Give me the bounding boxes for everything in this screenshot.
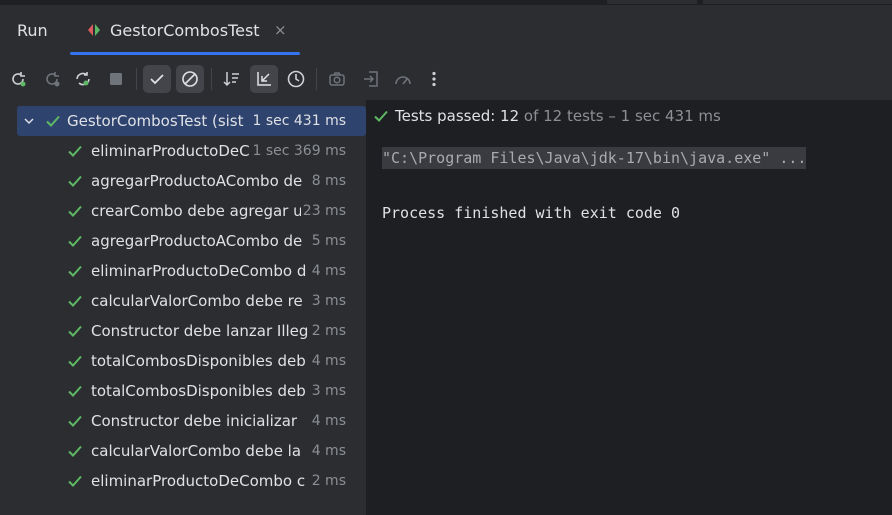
tests-passed-label: Tests passed: 12 bbox=[395, 107, 520, 125]
check-icon bbox=[68, 205, 82, 217]
test-duration: 4 ms bbox=[309, 443, 346, 459]
test-name: agregarProductoACombo de bbox=[91, 232, 303, 250]
test-duration: 3 ms bbox=[309, 293, 346, 309]
show-passed-button[interactable] bbox=[143, 65, 171, 93]
tree-root-label: GestorCombosTest (sist bbox=[67, 112, 244, 130]
test-name: calcularValorCombo debe re bbox=[91, 292, 303, 310]
test-duration: 8 ms bbox=[309, 173, 346, 189]
rerun-failed-button[interactable] bbox=[38, 65, 66, 93]
check-icon bbox=[68, 325, 82, 337]
check-icon bbox=[68, 145, 82, 157]
check-icon bbox=[68, 385, 82, 397]
test-name: Constructor debe lanzar Illeg bbox=[91, 322, 309, 340]
run-toolbar bbox=[0, 60, 892, 98]
test-duration: 4 ms bbox=[309, 263, 346, 279]
collapse-button[interactable] bbox=[250, 65, 278, 93]
test-duration: 1 sec 369 ms bbox=[250, 143, 346, 159]
test-row[interactable]: eliminarProductoDeCombo d 4 ms bbox=[0, 256, 366, 286]
chevron-down-icon[interactable] bbox=[23, 115, 35, 127]
console-command-line[interactable]: "C:\Program Files\Java\jdk-17\bin\java.e… bbox=[382, 147, 807, 169]
collapse-icon bbox=[257, 72, 271, 86]
run-tool-window-title: Run bbox=[17, 21, 48, 40]
test-name: totalCombosDisponibles deb bbox=[91, 382, 306, 400]
import-tests-icon bbox=[364, 71, 378, 87]
tab-title: GestorCombosTest bbox=[110, 21, 260, 40]
test-row[interactable]: agregarProductoACombo de 5 ms bbox=[0, 226, 366, 256]
test-duration: 5 ms bbox=[309, 233, 346, 249]
stop-button[interactable] bbox=[102, 65, 130, 93]
import-tests-button[interactable] bbox=[357, 65, 385, 93]
test-duration: 3 ms bbox=[309, 383, 346, 399]
coverage-icon bbox=[395, 76, 411, 85]
test-row[interactable]: totalCombosDisponibles deb 3 ms bbox=[0, 376, 366, 406]
test-row[interactable]: Constructor debe lanzar Illeg 2 ms bbox=[0, 316, 366, 346]
history-button[interactable] bbox=[282, 65, 310, 93]
test-name: calcularValorCombo debe la bbox=[91, 442, 302, 460]
check-icon bbox=[68, 475, 82, 487]
test-name: eliminarProductoDeCombo c bbox=[91, 472, 306, 490]
test-name: Constructor debe inicializar bbox=[91, 412, 298, 430]
check-icon bbox=[68, 175, 82, 187]
test-row[interactable]: crearCombo debe agregar u 23 ms bbox=[0, 196, 366, 226]
console-exit-message: Process finished with exit code 0 bbox=[382, 204, 681, 222]
toolbar-separator bbox=[211, 68, 212, 90]
test-row[interactable]: calcularValorCombo debe la 4 ms bbox=[0, 436, 366, 466]
check-icon bbox=[374, 110, 388, 122]
check-icon bbox=[68, 265, 82, 277]
test-row[interactable]: totalCombosDisponibles deb 4 ms bbox=[0, 346, 366, 376]
test-tree-panel: GestorCombosTest (sist 1 sec 431 ms elim… bbox=[0, 100, 366, 515]
tab-gestor-combos-test[interactable]: GestorCombosTest × bbox=[70, 5, 300, 55]
sort-button[interactable] bbox=[218, 65, 246, 93]
run-tool-window-header: Run GestorCombosTest × bbox=[0, 5, 892, 55]
toolbar-separator bbox=[136, 68, 137, 90]
toggle-auto-test-icon bbox=[76, 72, 90, 86]
test-duration: 4 ms bbox=[309, 413, 346, 429]
tree-root-row[interactable]: GestorCombosTest (sist 1 sec 431 ms bbox=[17, 106, 366, 136]
test-duration: 23 ms bbox=[300, 203, 346, 219]
check-icon bbox=[46, 115, 60, 127]
test-duration: 2 ms bbox=[309, 323, 346, 339]
test-name: crearCombo debe agregar u bbox=[91, 202, 303, 220]
toolbar-separator bbox=[316, 68, 317, 90]
screenshot-icon bbox=[329, 72, 345, 86]
close-icon[interactable]: × bbox=[274, 22, 287, 38]
test-duration: 4 ms bbox=[309, 353, 346, 369]
test-row[interactable]: Constructor debe inicializar 4 ms bbox=[0, 406, 366, 436]
toggle-auto-test-button[interactable] bbox=[69, 65, 97, 93]
coverage-button[interactable] bbox=[389, 65, 417, 93]
test-row[interactable]: agregarProductoACombo de 8 ms bbox=[0, 166, 366, 196]
show-ignored-button[interactable] bbox=[176, 65, 204, 93]
show-ignored-icon bbox=[182, 71, 198, 87]
test-name: eliminarProductoDeCombo d bbox=[91, 262, 307, 280]
rerun-button[interactable] bbox=[4, 65, 32, 93]
tree-root-duration: 1 sec 431 ms bbox=[250, 113, 346, 129]
tests-summary: of 12 tests – 1 sec 431 ms bbox=[519, 107, 721, 125]
sort-icon bbox=[223, 72, 239, 87]
test-config-icon bbox=[86, 22, 102, 38]
test-name: totalCombosDisponibles deb bbox=[91, 352, 306, 370]
rerun-icon bbox=[12, 72, 26, 87]
check-icon bbox=[68, 445, 82, 457]
check-icon bbox=[68, 355, 82, 367]
check-icon bbox=[68, 295, 82, 307]
check-icon bbox=[68, 235, 82, 247]
console-panel: Tests passed: 12 of 12 tests – 1 sec 431… bbox=[367, 100, 892, 515]
check-icon bbox=[68, 415, 82, 427]
tab-selected-underline bbox=[70, 52, 300, 55]
test-row[interactable]: eliminarProductoDeCombo c 2 ms bbox=[0, 466, 366, 496]
test-name: agregarProductoACombo de bbox=[91, 172, 303, 190]
show-passed-icon bbox=[150, 74, 164, 85]
test-row[interactable]: calcularValorCombo debe re 3 ms bbox=[0, 286, 366, 316]
rerun-failed-icon bbox=[46, 72, 60, 87]
more-button[interactable] bbox=[420, 65, 448, 93]
screenshot-button[interactable] bbox=[323, 65, 351, 93]
more-icon bbox=[432, 71, 436, 87]
test-duration: 2 ms bbox=[309, 473, 346, 489]
test-row[interactable]: eliminarProductoDeC 1 sec 369 ms bbox=[0, 136, 366, 166]
history-icon bbox=[287, 70, 305, 88]
stop-icon bbox=[110, 73, 122, 85]
